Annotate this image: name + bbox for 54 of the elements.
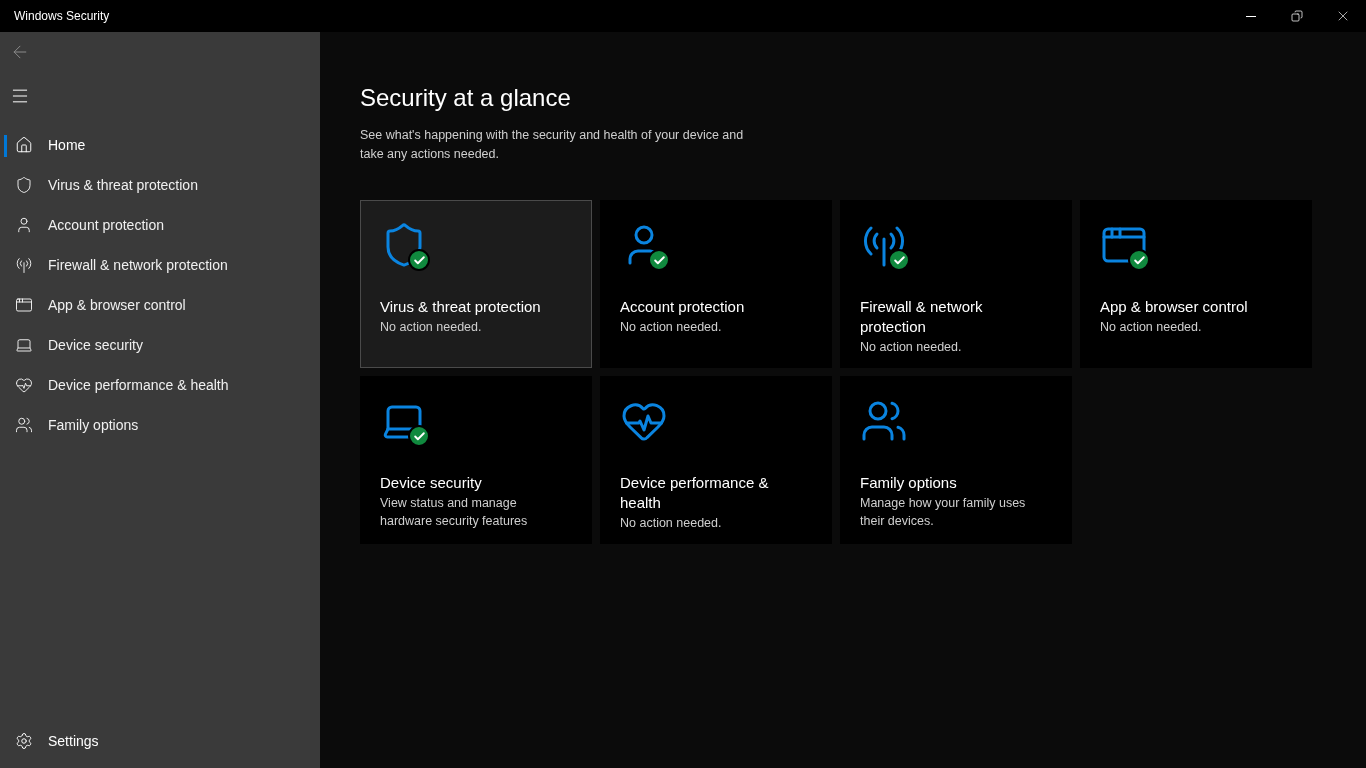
restore-icon xyxy=(1291,10,1303,22)
browser-window-icon xyxy=(15,296,33,314)
tile-title: Device performance & health xyxy=(620,473,770,513)
nav-label: Home xyxy=(48,135,86,155)
heart-pulse-icon xyxy=(15,376,33,394)
nav-label: Settings xyxy=(48,731,99,751)
status-tile[interactable]: Device security View status and manage hardware security features xyxy=(360,376,592,544)
people-icon xyxy=(15,416,33,434)
nav-item[interactable]: Family options xyxy=(0,405,320,445)
person-icon xyxy=(15,216,33,234)
tile-title: Virus & threat protection xyxy=(380,297,542,317)
tile-status: No action needed. xyxy=(620,319,723,336)
tile-status: No action needed. xyxy=(1100,319,1203,336)
tile-title: Family options xyxy=(860,473,958,493)
status-tile[interactable]: Family options Manage how your family uses their devices. xyxy=(840,376,1072,544)
status-tile[interactable]: Device performance & health No action needed. xyxy=(600,376,832,544)
nav-label: Device performance & health xyxy=(48,375,229,395)
nav-label: Firewall & network protection xyxy=(48,255,228,275)
nav-item[interactable]: Device security xyxy=(0,325,320,365)
nav-item[interactable]: Home xyxy=(0,125,320,165)
status-tile[interactable]: Firewall & network protection No action needed. xyxy=(840,200,1072,368)
laptop-icon xyxy=(15,336,33,354)
tile-title: Account protection xyxy=(620,297,746,317)
selection-indicator xyxy=(4,135,7,157)
page-description: See what's happening with the security and health of your device and take any actions needed. xyxy=(360,127,745,163)
tile-title: Firewall & network protection xyxy=(860,297,984,337)
nav-label: App & browser control xyxy=(48,295,186,315)
tile-title: App & browser control xyxy=(1100,297,1249,317)
nav-label: Virus & threat protection xyxy=(48,175,198,195)
status-tile[interactable]: Virus & threat protection No action needed. xyxy=(360,200,592,368)
tile-status: View status and manage hardware security features xyxy=(380,495,529,530)
nav-item[interactable]: App & browser control xyxy=(0,285,320,325)
status-tile[interactable]: App & browser control No action needed. xyxy=(1080,200,1312,368)
settings-item[interactable]: Settings xyxy=(0,721,320,761)
window-title: Windows Security xyxy=(13,8,111,25)
tile-status: No action needed. xyxy=(620,515,723,532)
nav-item[interactable]: Virus & threat protection xyxy=(0,165,320,205)
tile-title: Device security xyxy=(380,473,483,493)
page-title: Security at a glance xyxy=(360,83,572,113)
minimize-icon xyxy=(1246,15,1256,17)
nav-item[interactable]: Device performance & health xyxy=(0,365,320,405)
tile-status: No action needed. xyxy=(860,339,963,356)
tile-status: No action needed. xyxy=(380,319,483,336)
nav-label: Family options xyxy=(48,415,139,435)
shield-icon xyxy=(15,176,33,194)
nav-item[interactable]: Account protection xyxy=(0,205,320,245)
status-tile[interactable]: Account protection No action needed. xyxy=(600,200,832,368)
home-icon xyxy=(15,136,33,154)
antenna-icon xyxy=(15,256,33,274)
nav-item[interactable]: Firewall & network protection xyxy=(0,245,320,285)
nav-label: Account protection xyxy=(48,215,164,235)
tile-status: Manage how your family uses their devices. xyxy=(860,495,1027,530)
settings-icon xyxy=(15,732,33,750)
nav-label: Device security xyxy=(48,335,143,355)
